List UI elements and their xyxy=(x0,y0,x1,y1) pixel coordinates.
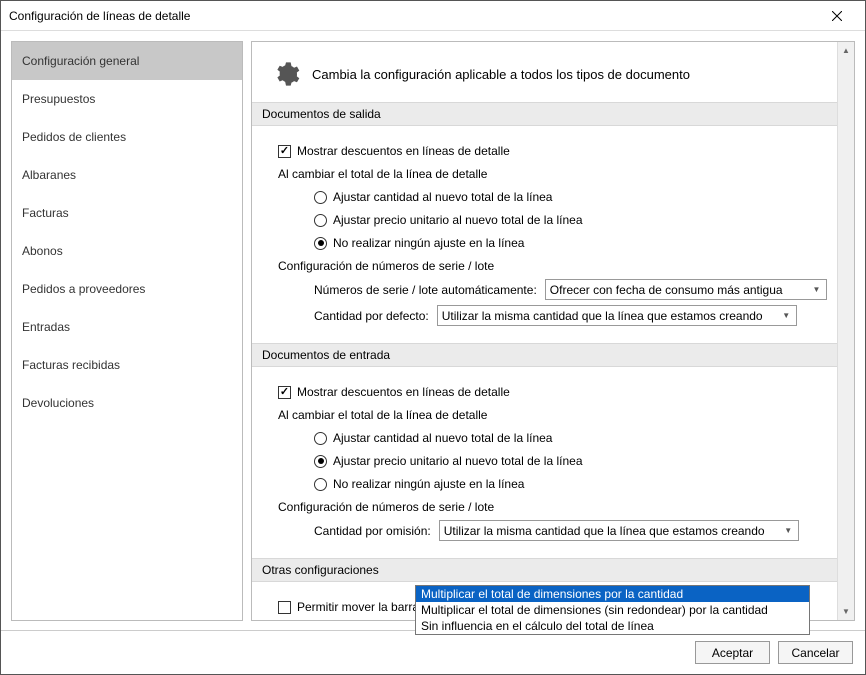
radio-entrada-ajustar-precio[interactable] xyxy=(314,455,327,468)
label-radio: Ajustar cantidad al nuevo total de la lí… xyxy=(333,431,552,445)
label-salida-serial-config: Configuración de números de serie / lote xyxy=(278,259,494,273)
dropdown-option[interactable]: Multiplicar el total de dimensiones (sin… xyxy=(416,602,809,618)
sidebar-item-facturas-recibidas[interactable]: Facturas recibidas xyxy=(12,346,242,384)
radio-entrada-no-ajuste[interactable] xyxy=(314,478,327,491)
sidebar-item-label: Abonos xyxy=(22,244,63,258)
label-qty-default: Cantidad por defecto: xyxy=(314,309,429,323)
chevron-down-icon: ▼ xyxy=(779,308,794,323)
sidebar-item-label: Configuración general xyxy=(22,54,139,68)
section-header-entrada: Documentos de entrada xyxy=(252,343,837,367)
scroll-up-icon[interactable]: ▲ xyxy=(838,42,854,59)
sidebar-item-presupuestos[interactable]: Presupuestos xyxy=(12,80,242,118)
scroll-down-icon[interactable]: ▼ xyxy=(838,603,854,620)
sidebar-item-pedidos-proveedores[interactable]: Pedidos a proveedores xyxy=(12,270,242,308)
cancel-button[interactable]: Cancelar xyxy=(778,641,853,664)
label-radio: No realizar ningún ajuste en la línea xyxy=(333,236,524,250)
checkbox-entrada-descuentos[interactable] xyxy=(278,386,291,399)
select-serial-auto[interactable]: Ofrecer con fecha de consumo más antigua… xyxy=(545,279,827,300)
accept-button[interactable]: Aceptar xyxy=(695,641,770,664)
sidebar-item-entradas[interactable]: Entradas xyxy=(12,308,242,346)
label-radio: Ajustar precio unitario al nuevo total d… xyxy=(333,454,583,468)
dropdown-option[interactable]: Multiplicar el total de dimensiones por … xyxy=(416,586,809,602)
dropdown-comportamiento-options: Multiplicar el total de dimensiones por … xyxy=(415,585,810,635)
label-entrada-serial-config: Configuración de números de serie / lote xyxy=(278,500,494,514)
checkbox-salida-descuentos[interactable] xyxy=(278,145,291,158)
sidebar-item-facturas[interactable]: Facturas xyxy=(12,194,242,232)
section-header-salida: Documentos de salida xyxy=(252,102,837,126)
sidebar-item-general[interactable]: Configuración general xyxy=(12,42,242,80)
select-qty-omision[interactable]: Utilizar la misma cantidad que la línea … xyxy=(439,520,799,541)
sidebar-item-label: Presupuestos xyxy=(22,92,95,106)
window-title: Configuración de líneas de detalle xyxy=(9,9,817,23)
section-header-otras: Otras configuraciones xyxy=(252,558,837,582)
sidebar-item-label: Albaranes xyxy=(22,168,76,182)
radio-salida-ajustar-cantidad[interactable] xyxy=(314,191,327,204)
close-icon xyxy=(832,11,842,21)
chevron-down-icon: ▼ xyxy=(809,282,824,297)
label-entrada-cambiar-total: Al cambiar el total de la línea de detal… xyxy=(278,408,487,422)
checkbox-permitir-mover-barra[interactable] xyxy=(278,601,291,614)
sidebar-item-albaranes[interactable]: Albaranes xyxy=(12,156,242,194)
label-entrada-descuentos: Mostrar descuentos en líneas de detalle xyxy=(297,385,510,399)
sidebar: Configuración general Presupuestos Pedid… xyxy=(11,41,243,621)
sidebar-item-label: Devoluciones xyxy=(22,396,94,410)
sidebar-item-abonos[interactable]: Abonos xyxy=(12,232,242,270)
label-salida-descuentos: Mostrar descuentos en líneas de detalle xyxy=(297,144,510,158)
sidebar-item-label: Entradas xyxy=(22,320,70,334)
sidebar-item-label: Facturas xyxy=(22,206,69,220)
sidebar-item-devoluciones[interactable]: Devoluciones xyxy=(12,384,242,422)
dropdown-option[interactable]: Sin influencia en el cálculo del total d… xyxy=(416,618,809,634)
select-qty-default[interactable]: Utilizar la misma cantidad que la línea … xyxy=(437,305,797,326)
sidebar-item-label: Facturas recibidas xyxy=(22,358,120,372)
scrollbar[interactable]: ▲ ▼ xyxy=(837,42,854,620)
sidebar-item-label: Pedidos a proveedores xyxy=(22,282,145,296)
label-radio: No realizar ningún ajuste en la línea xyxy=(333,477,524,491)
radio-entrada-ajustar-cantidad[interactable] xyxy=(314,432,327,445)
chevron-down-icon: ▼ xyxy=(781,523,796,538)
gear-icon xyxy=(272,60,300,88)
page-title: Cambia la configuración aplicable a todo… xyxy=(312,67,690,82)
label-serial-auto: Números de serie / lote automáticamente: xyxy=(314,283,537,297)
label-salida-cambiar-total: Al cambiar el total de la línea de detal… xyxy=(278,167,487,181)
sidebar-item-label: Pedidos de clientes xyxy=(22,130,126,144)
radio-salida-no-ajuste[interactable] xyxy=(314,237,327,250)
close-button[interactable] xyxy=(817,2,857,30)
sidebar-item-pedidos-clientes[interactable]: Pedidos de clientes xyxy=(12,118,242,156)
label-radio: Ajustar cantidad al nuevo total de la lí… xyxy=(333,190,552,204)
radio-salida-ajustar-precio[interactable] xyxy=(314,214,327,227)
label-radio: Ajustar precio unitario al nuevo total d… xyxy=(333,213,583,227)
label-qty-omision: Cantidad por omisión: xyxy=(314,524,431,538)
